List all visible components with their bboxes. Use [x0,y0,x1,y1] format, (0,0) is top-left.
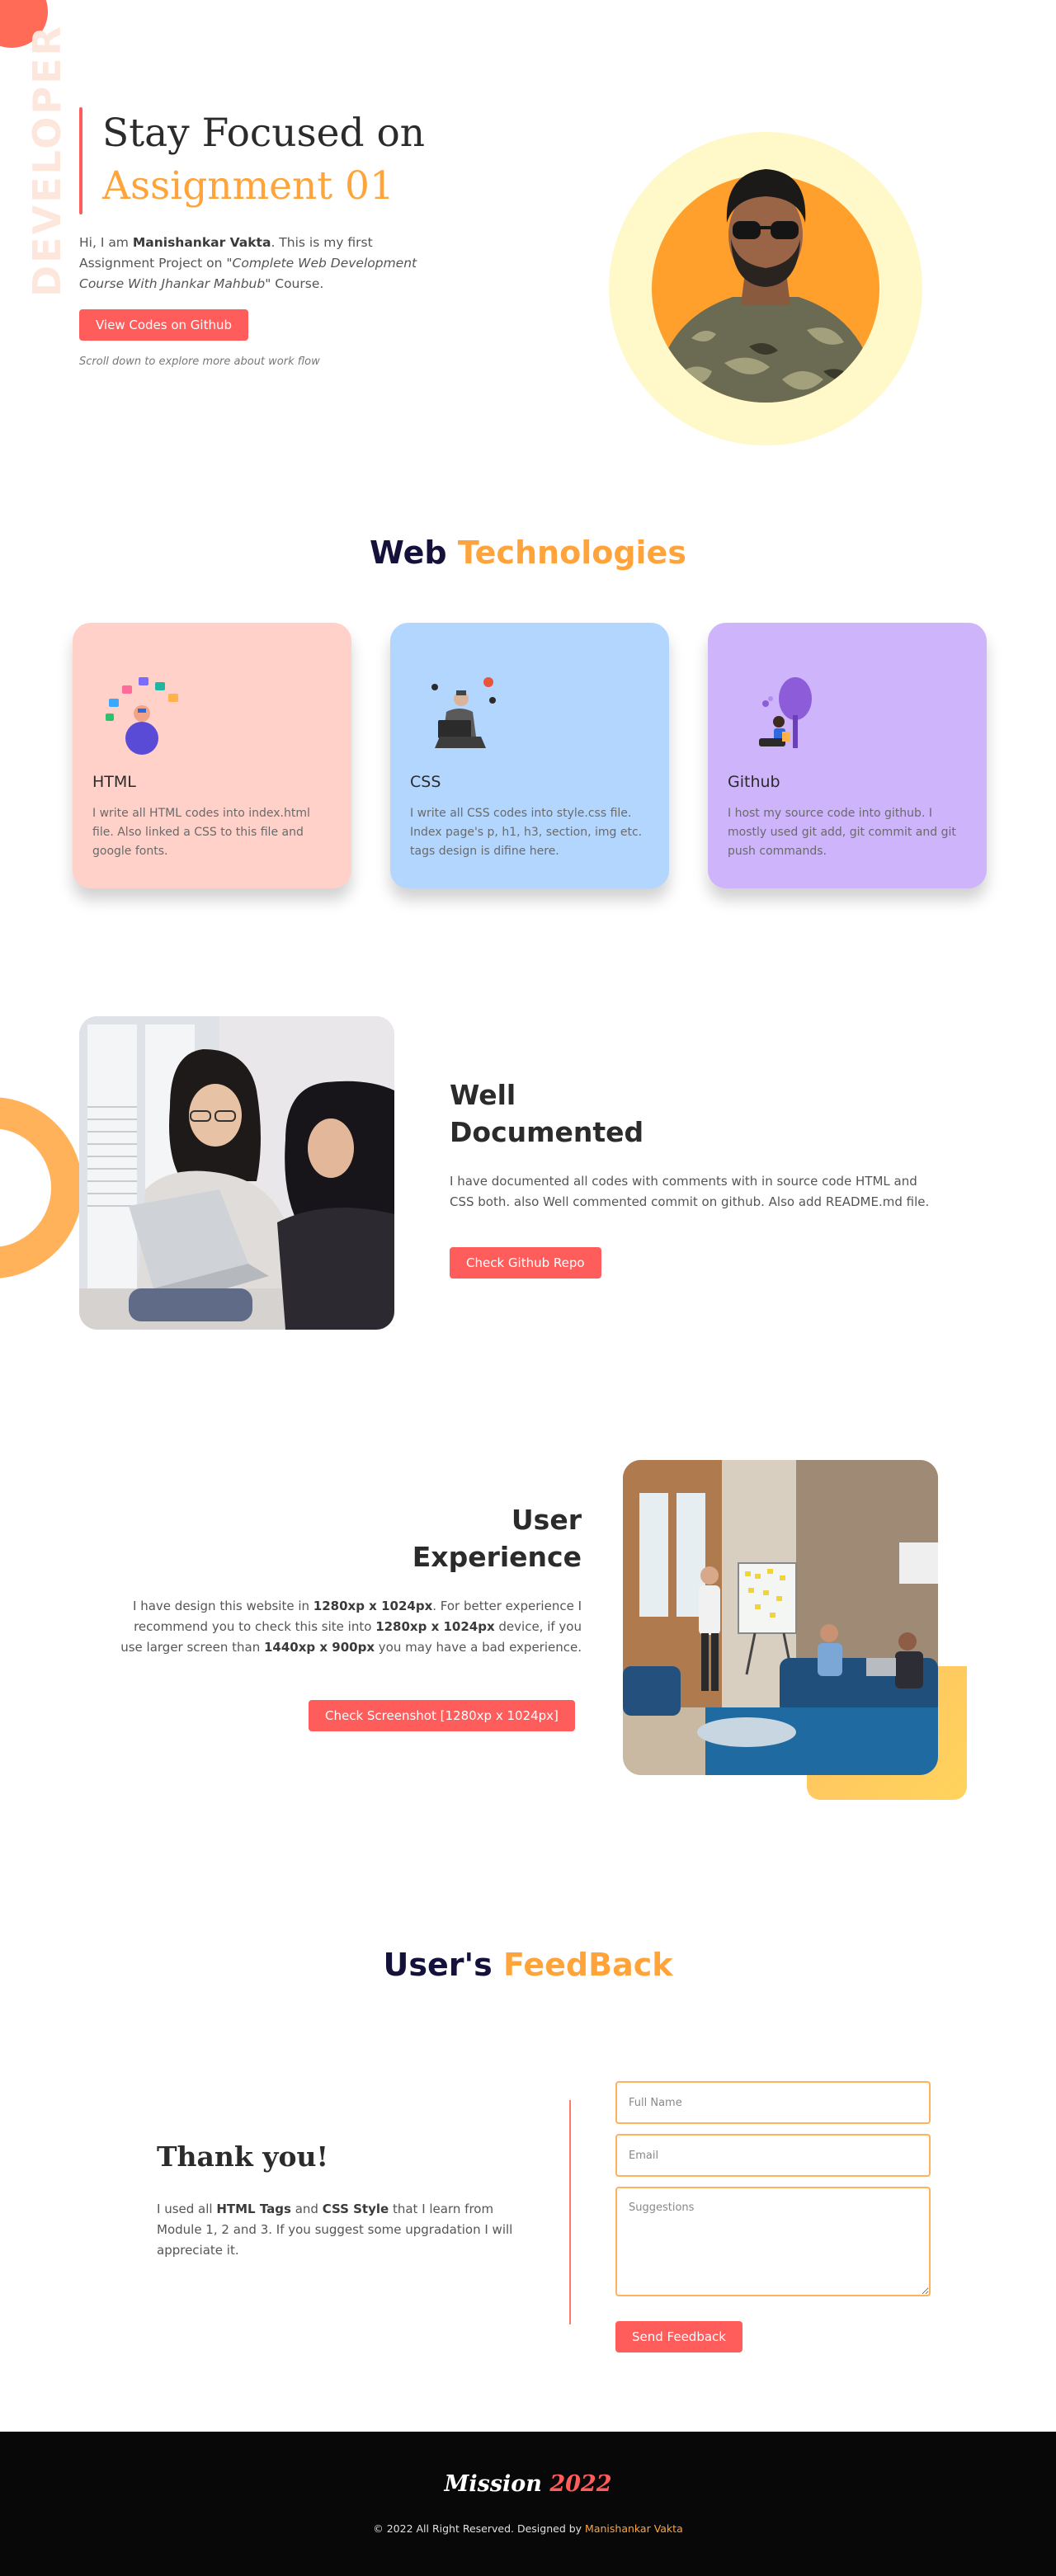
documented-title: Well Documented [450,1079,644,1148]
github-card-title: Github [728,773,780,791]
documented-photo [79,1016,394,1330]
css-illustration-icon [431,677,496,748]
hero-photo-circle [609,132,922,445]
hero-title-bar [79,107,82,214]
ux-title: User Experience [412,1504,582,1573]
css-card-title: CSS [410,773,441,791]
html-card-title: HTML [92,773,136,791]
feedback-divider [569,2100,571,2324]
hero-title: Stay Focused on Assignment 01 [79,107,459,213]
tech-card-css: CSS I write all CSS codes into style.css… [390,623,669,888]
send-feedback-button[interactable]: Send Feedback [615,2321,742,2352]
hero-section: Stay Focused on Assignment 01 Hi, I am M… [79,107,459,368]
designer-name-link[interactable]: Manishankar Vakta [585,2522,683,2535]
two-women-laptop-image [79,1016,394,1330]
hero-title-line2: Assignment 01 [102,163,394,209]
page: DEVELOPER Stay Focused on Assignment 01 … [0,0,1056,2576]
thank-you-description: I used all HTML Tags and CSS Style that … [157,2202,513,2258]
check-screenshot-button[interactable]: Check Screenshot [1280xp x 1024px] [309,1700,575,1731]
ux-description: I have design this website in 1280xp x 1… [120,1599,582,1655]
check-github-repo-button[interactable]: Check Github Repo [450,1247,601,1279]
footer-logo: Mission 2022 [444,2471,612,2497]
html-card-text: I write all HTML codes into index.html f… [92,807,310,858]
footer-copyright: © 2022 All Right Reserved. Designed by M… [373,2522,683,2535]
hero-description: Hi, I am Manishankar Vakta. This is my f… [79,235,417,291]
profile-photo [654,169,877,403]
suggestions-textarea[interactable] [615,2187,931,2296]
thank-you-title: Thank you! [157,2140,328,2173]
email-input[interactable] [615,2134,931,2177]
author-name: Manishankar Vakta [132,235,271,250]
full-name-input[interactable] [615,2081,931,2124]
ux-photo [623,1460,938,1775]
documented-description: I have documented all codes with comment… [450,1174,930,1209]
github-illustration-icon [759,677,812,748]
html-illustration-icon [106,677,178,755]
view-codes-button[interactable]: View Codes on Github [79,309,249,341]
feedback-heading: User's FeedBack [383,1947,673,1983]
office-meeting-image [623,1460,938,1775]
hero-title-line1: Stay Focused on [102,111,426,156]
github-card-text: I host my source code into github. I mos… [728,807,956,858]
developer-vertical-text: DEVELOPER [25,24,69,297]
tech-card-github: Github I host my source code into github… [708,623,987,888]
css-card-text: I write all CSS codes into style.css fil… [410,807,643,858]
technologies-heading: Web Technologies [370,535,686,571]
footer: Mission 2022 © 2022 All Right Reserved. … [0,2432,1056,2576]
scroll-hint: Scroll down to explore more about work f… [79,356,320,368]
tech-card-html: HTML I write all HTML codes into index.h… [73,623,351,888]
orange-ring-decoration [0,1097,82,1279]
